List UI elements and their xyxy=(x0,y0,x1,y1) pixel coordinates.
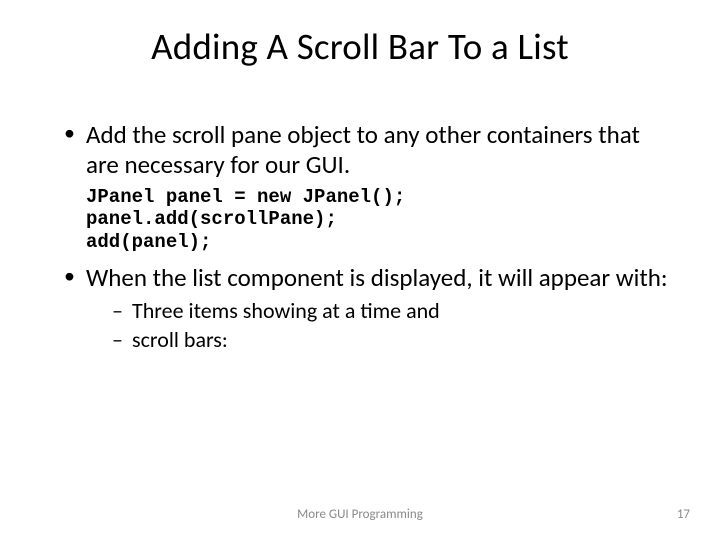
page-number: 17 xyxy=(677,507,690,522)
bullet-list: Add the scroll pane object to any other … xyxy=(64,120,670,180)
sub-bullet-item: Three items showing at a time and xyxy=(112,297,670,326)
code-block: JPanel panel = new JPanel(); panel.add(s… xyxy=(86,186,670,253)
slide: Adding A Scroll Bar To a List Add the sc… xyxy=(0,0,720,540)
slide-title: Adding A Scroll Bar To a List xyxy=(0,24,720,69)
bullet-item: Add the scroll pane object to any other … xyxy=(64,120,670,180)
sub-bullet-item: scroll bars: xyxy=(112,326,670,355)
bullet-text: When the list component is displayed, it… xyxy=(86,262,668,293)
footer-text: More GUI Programming xyxy=(0,507,720,522)
bullet-list: When the list component is displayed, it… xyxy=(64,263,670,354)
sub-bullet-list: Three items showing at a time and scroll… xyxy=(86,297,670,354)
bullet-item: When the list component is displayed, it… xyxy=(64,263,670,354)
slide-content: Add the scroll pane object to any other … xyxy=(64,120,670,360)
